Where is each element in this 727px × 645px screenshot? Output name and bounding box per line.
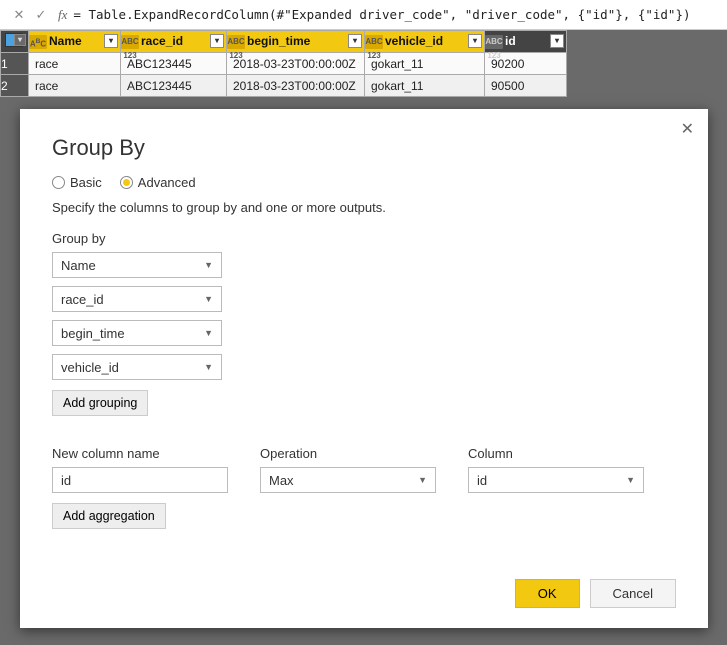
formula-bar: ✕ ✓ fx = Table.ExpandRecordColumn(#"Expa… [0, 0, 727, 30]
fx-label: fx [58, 7, 67, 23]
close-icon[interactable]: ✕ [681, 119, 694, 139]
radio-advanced[interactable]: Advanced [120, 175, 196, 190]
group-field-dropdown[interactable]: race_id▼ [52, 286, 222, 312]
radio-icon [52, 176, 65, 189]
table-corner[interactable]: ▾ [1, 31, 29, 53]
type-badge-any-icon: ABC123 [227, 35, 245, 49]
column-header-id[interactable]: ABC123id▾ [485, 31, 567, 53]
type-badge-any-icon: ABC123 [121, 35, 139, 49]
data-preview-table: ▾ ABCName▾ ABC123race_id▾ ABC123begin_ti… [0, 30, 567, 97]
chevron-down-icon: ▼ [204, 260, 213, 270]
ok-button[interactable]: OK [515, 579, 580, 608]
aggregation-row: New column name id Operation Max▼ Column… [52, 446, 676, 501]
table-row[interactable]: 1 race ABC123445 2018-03-23T00:00:00Z go… [1, 53, 567, 75]
new-column-label: New column name [52, 446, 228, 461]
type-badge-any-icon: ABC123 [365, 35, 383, 49]
new-column-input[interactable]: id [52, 467, 228, 493]
chevron-down-icon: ▼ [418, 475, 427, 485]
filter-icon[interactable]: ▾ [348, 34, 362, 48]
formula-text[interactable]: = Table.ExpandRecordColumn(#"Expanded dr… [73, 7, 690, 22]
chevron-down-icon: ▼ [204, 328, 213, 338]
chevron-down-icon: ▼ [204, 294, 213, 304]
cancel-button[interactable]: Cancel [590, 579, 676, 608]
type-badge-any-icon: ABC123 [485, 35, 503, 49]
column-header-name[interactable]: ABCName▾ [29, 31, 121, 53]
radio-basic[interactable]: Basic [52, 175, 102, 190]
chevron-down-icon: ▼ [626, 475, 635, 485]
filter-icon[interactable]: ▾ [104, 34, 118, 48]
column-header-vehicle-id[interactable]: ABC123vehicle_id▾ [365, 31, 485, 53]
row-number: 2 [1, 75, 29, 97]
operation-label: Operation [260, 446, 436, 461]
formula-cancel-icon[interactable]: ✕ [8, 7, 30, 23]
filter-icon[interactable]: ▾ [550, 34, 564, 48]
group-by-label: Group by [52, 231, 676, 246]
add-grouping-button[interactable]: Add grouping [52, 390, 148, 416]
formula-accept-icon[interactable]: ✓ [30, 7, 52, 23]
column-label: Column [468, 446, 644, 461]
chevron-down-icon[interactable]: ▾ [14, 34, 26, 46]
group-field-dropdown[interactable]: Name▼ [52, 252, 222, 278]
filter-icon[interactable]: ▾ [468, 34, 482, 48]
column-header-race-id[interactable]: ABC123race_id▾ [121, 31, 227, 53]
radio-icon [120, 176, 133, 189]
column-dropdown[interactable]: id▼ [468, 467, 644, 493]
operation-dropdown[interactable]: Max▼ [260, 467, 436, 493]
group-field-dropdown[interactable]: vehicle_id▼ [52, 354, 222, 380]
group-by-dialog: ✕ Group By Basic Advanced Specify the co… [20, 109, 708, 628]
type-badge-text-icon: ABC [29, 35, 47, 49]
group-field-dropdown[interactable]: begin_time▼ [52, 320, 222, 346]
mode-radio-group: Basic Advanced [52, 175, 676, 190]
dialog-description: Specify the columns to group by and one … [52, 200, 676, 215]
row-number: 1 [1, 53, 29, 75]
chevron-down-icon: ▼ [204, 362, 213, 372]
column-header-begin-time[interactable]: ABC123begin_time▾ [227, 31, 365, 53]
add-aggregation-button[interactable]: Add aggregation [52, 503, 166, 529]
dialog-title: Group By [52, 135, 676, 161]
table-row[interactable]: 2 race ABC123445 2018-03-23T00:00:00Z go… [1, 75, 567, 97]
filter-icon[interactable]: ▾ [210, 34, 224, 48]
